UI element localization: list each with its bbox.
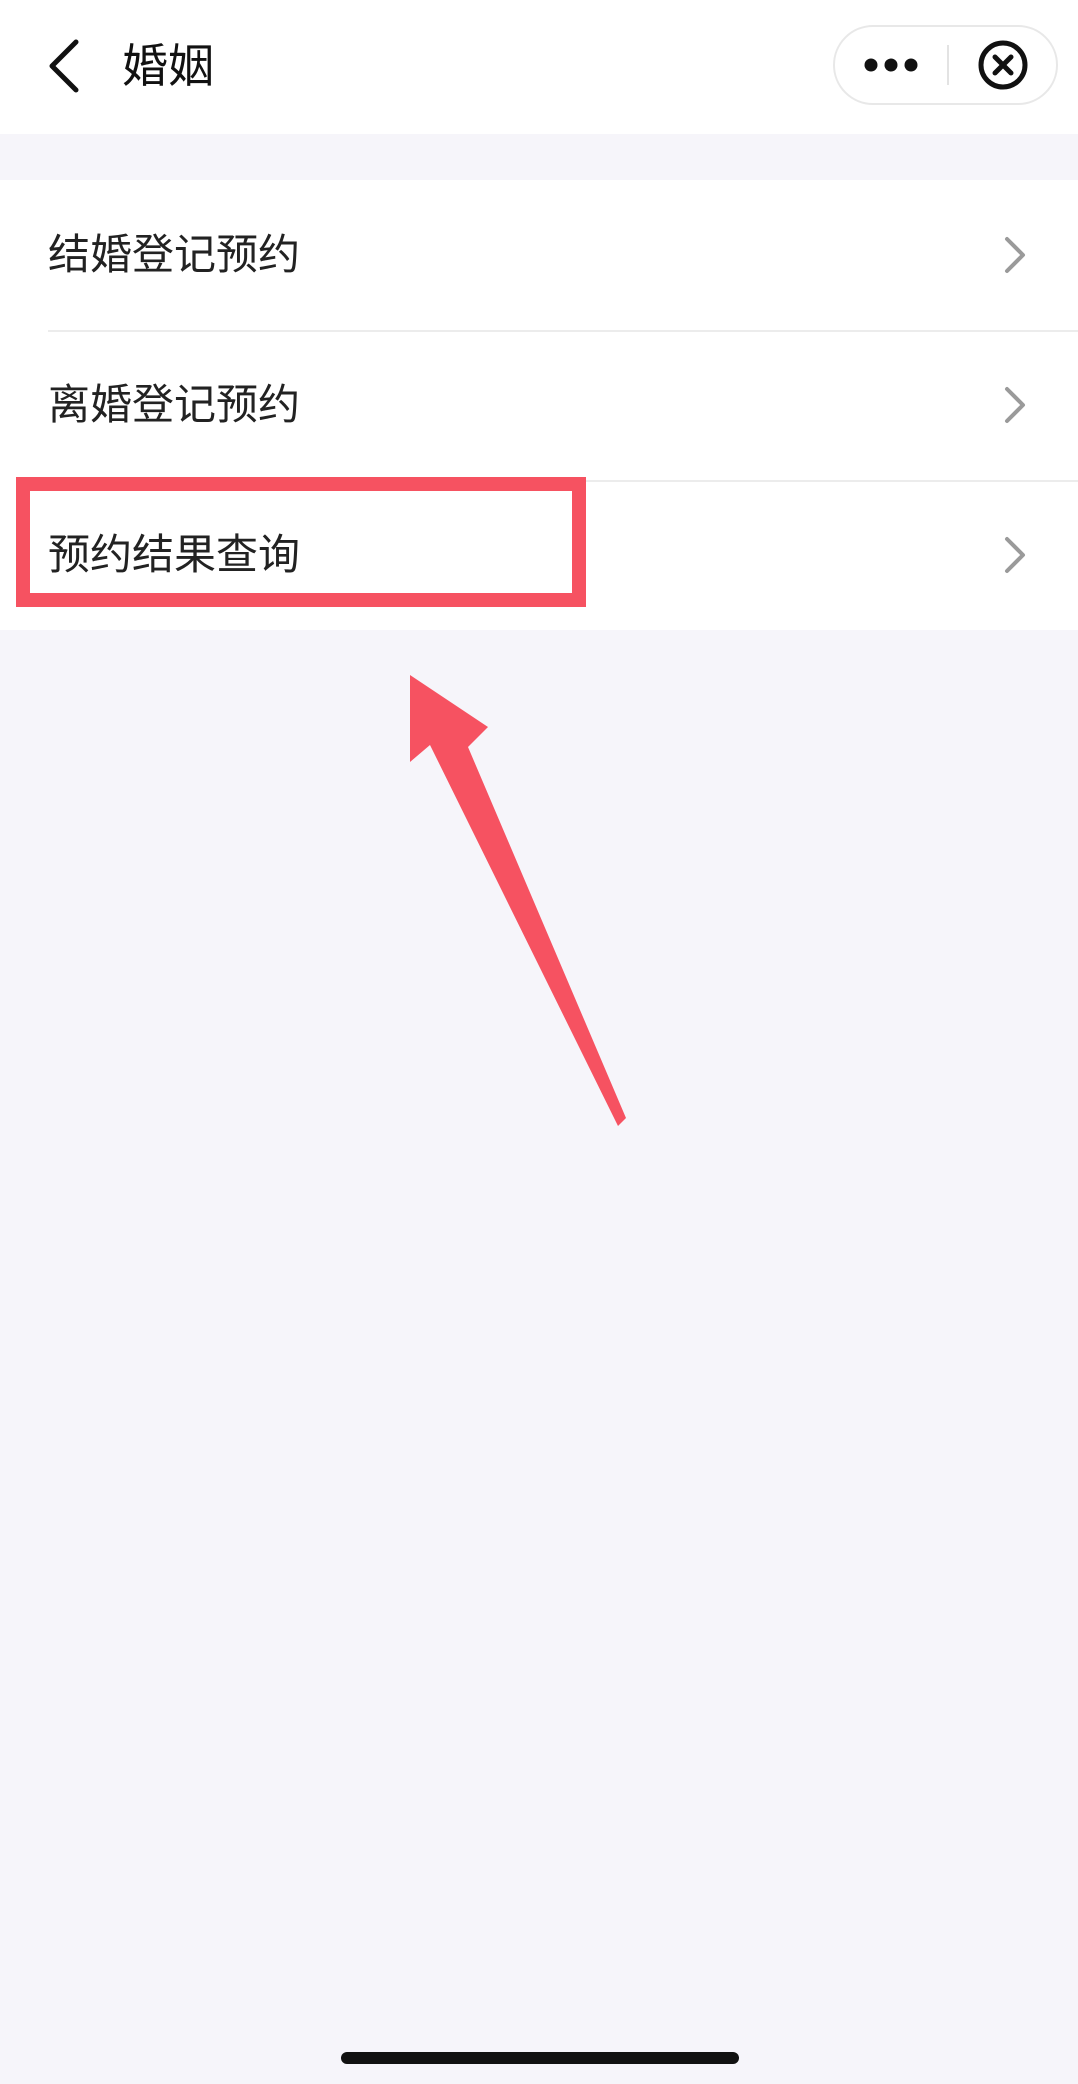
chevron-left-icon xyxy=(49,39,79,93)
chevron-right-icon xyxy=(1005,387,1025,423)
close-circle-icon xyxy=(978,40,1027,90)
list-item-marriage-appointment[interactable]: 结婚登记预约 xyxy=(0,180,1078,330)
home-indicator xyxy=(341,2052,739,2064)
mini-program-capsule xyxy=(833,25,1058,105)
chevron-right-icon xyxy=(1005,537,1025,573)
more-button[interactable] xyxy=(835,27,947,103)
annotation-highlight-box xyxy=(16,477,586,607)
page-title: 婚姻 xyxy=(122,39,214,93)
list-item-label: 结婚登记预约 xyxy=(48,230,301,279)
back-button[interactable] xyxy=(34,28,94,104)
list-item-divorce-appointment[interactable]: 离婚登记预约 xyxy=(0,330,1078,480)
chevron-right-icon xyxy=(1005,237,1025,273)
nav-bar: 婚姻 xyxy=(0,0,1078,134)
more-dots-icon xyxy=(864,58,918,72)
list-item-label: 离婚登记预约 xyxy=(48,380,301,429)
annotation-arrow-shape xyxy=(410,675,626,1126)
close-button[interactable] xyxy=(949,27,1056,103)
